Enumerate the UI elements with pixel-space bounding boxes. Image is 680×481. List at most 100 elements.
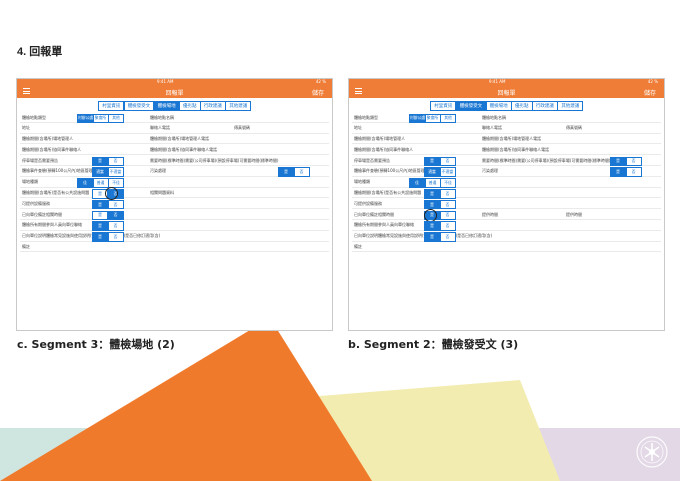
segmented-control-option[interactable]: 否 [107,221,124,232]
segmented-control-option[interactable]: 適當 [424,167,440,178]
segmented-control: 適當 不適當 [92,167,124,178]
segmented-control-option[interactable]: 否 [107,156,124,167]
form-row: 地址 聯絡人電話 傳真號碼 [352,123,661,134]
tab-item[interactable]: 體檢場地 [485,101,512,111]
segmented-control-option[interactable]: 普通 [92,178,109,188]
segmented-control-option[interactable]: 否 [439,199,456,210]
segmented-control-option[interactable]: 是 [92,221,108,232]
field-label: 體檢事件查驗(預轉100公尺內)地區管理處 [354,168,429,174]
field-label: 體檢地點類型 [22,114,46,120]
segmented-control-secondary-option[interactable]: 否 [293,167,310,178]
segmented-control: 是否 [424,232,456,242]
segmented-control-option[interactable]: 是 [92,199,108,210]
segmented-control-option[interactable]: 是 [424,232,440,242]
form-row: 體檢期間(含場所)協同事件聯絡人 體檢期間(含場所)協同事件聯絡人電話 [20,144,329,156]
segmented-control-secondary-option[interactable]: 否 [625,167,642,178]
field-label-secondary: 提供時間 [482,211,498,217]
segmented-control-option[interactable]: 不適當 [439,167,456,178]
segmented-control-option[interactable]: 不佳 [440,178,456,188]
segmented-control-option[interactable]: 否 [107,199,124,210]
segmented-control-option[interactable]: 不適當 [107,167,124,178]
segmented-control-secondary-option[interactable]: 否 [625,156,642,167]
segment-tabs: 村里資訊 體檢發受文 體檢場地 優劣點 行政建議 其他建議 [349,101,664,111]
form-row: 停車場是否需要預告 是否 需要時間(標準時間)需要(公司停車場)(預設停車場)可需要… [20,155,329,167]
save-button[interactable]: 儲存 [312,88,324,97]
form-row: 體檢期間(含場所)協同事件聯絡人 體檢期間(含場所)協同事件聯絡人電話 [352,144,661,156]
segmented-control: 是否 [424,199,456,210]
field-label-secondary: 污染處理 [482,168,498,174]
segmented-control-option[interactable]: 否 [439,232,456,242]
form-row: 備註 [352,242,661,253]
segmented-control: 適當 不適當 [424,167,456,178]
field-label-secondary: 需要時間(標準時間)需要(公司停車場)(預設停車場)可需要時間(標準時間) [150,157,279,163]
segmented-control-option[interactable]: 聚會所 [92,113,109,124]
segmented-control-option[interactable]: 是 [424,199,440,210]
segmented-control-option[interactable]: 是 [424,221,440,232]
segmented-control-option[interactable]: 適當 [92,167,108,178]
field-label: 體檢事件查驗(預轉100公尺內)地區管理處 [22,168,97,174]
tab-item[interactable]: 行政建議 [531,101,558,111]
tab-item[interactable]: 體檢場地 [153,101,180,111]
segmented-control-option[interactable]: 否 [107,210,124,221]
tab-item[interactable]: 其他建議 [557,101,584,111]
field-label: 場地種類 [22,179,38,185]
field-label-secondary: 污染處理 [150,168,166,174]
segmented-control: 是否 [424,221,456,232]
field-label-tertiary: 傳真號碼 [234,125,250,131]
segmented-control: 村辦公處 聚會所 其他 [77,113,124,124]
segmented-control-option[interactable]: 其他 [440,113,456,124]
segmented-control-option[interactable]: 否 [107,232,124,242]
form-row: 體檢期間(含場所)場地管理人 體檢期間(含場所)場地管理人電話 [20,134,329,145]
segmented-control-option[interactable]: 是 [92,156,108,167]
right-app-screenshot: 9:41 AM 42 % 回報單 儲存 村里資訊 體檢發受文 體檢場地 優劣點 行政建議… [348,78,665,331]
segmented-control-option[interactable]: 否 [439,210,456,221]
segmented-control-secondary: 是否 [278,167,310,178]
segmented-control-option[interactable]: 佳 [409,178,425,188]
form-row: 停車場是否需要預告是否需要時間(標準時間)需要(公司停車場)(預設停車場)可需要… [352,155,661,167]
tab-item[interactable]: 優劣點 [511,101,533,111]
nav-title: 回報單 [165,90,184,97]
tab-item[interactable]: 行政建議 [199,101,226,111]
tab-item[interactable]: 體檢發受文 [455,101,487,111]
tab-item[interactable]: 體檢發受文 [123,101,155,111]
field-label: 體檢地點類型 [354,114,378,120]
segmented-control-option[interactable]: 是 [424,156,440,167]
form-row: 體檢事件查驗(預轉100公尺內)地區管理處 適當 不適當 污染處理 是否 [20,166,329,178]
field-label-secondary: 聯絡人電話 [150,125,170,131]
tab-item[interactable]: 村里資訊 [98,101,125,111]
field-label: 體檢期間(含場所)協同事件聯絡人 [354,146,414,152]
field-label: 體檢期間(含場所)是否有公共設施問題 [22,190,90,196]
segmented-control-option[interactable]: 是 [92,210,108,221]
form-row: 已向單位備註相關時間是否提供時間 提供時間 [352,208,661,222]
tab-item[interactable]: 村里資訊 [430,101,457,111]
caption-right: b. Segment 2：體檢發受文 (3) [348,338,519,351]
field-label: 已向單位備註相關時間 [22,211,62,217]
segmented-control-option[interactable]: 村辦公處 [409,113,425,124]
segmented-control-option[interactable]: 村辦公處 [77,113,93,124]
segmented-control-option[interactable]: 否 [439,156,456,167]
tab-item[interactable]: 優劣點 [179,101,201,111]
field-label-secondary: 體檢期間(含場所)場地管理人電話 [150,136,210,142]
field-label: 地址 [22,125,30,131]
segmented-control-option[interactable]: 普通 [424,178,441,188]
segmented-control-option[interactable]: 其他 [108,113,124,124]
segmented-control-option[interactable]: 聚會所 [424,113,441,124]
segmented-control-option[interactable]: 是 [92,232,108,242]
field-label: 停車場是否需要預告 [22,157,58,163]
segmented-control-option[interactable]: 否 [439,221,456,232]
segmented-control-option[interactable]: 是 [424,189,440,199]
segmented-control-secondary-option[interactable]: 是 [610,156,626,167]
segmented-control-option[interactable]: 佳 [77,178,93,188]
field-label: 已向單位備註相關時間 [354,211,394,217]
segmented-control-secondary-option[interactable]: 是 [278,167,294,178]
segmented-control-secondary-option[interactable]: 是 [610,167,626,178]
form-row: 場地種類 佳普通 不佳 [352,177,661,188]
nav-title: 回報單 [497,90,516,97]
form-row: 體檢期間(含場所)是否有公共設施問題是否相關問題資料 [20,187,329,201]
segment-tabs: 村里資訊 體檢發受文 體檢場地 優劣點 行政建議 其他建議 [17,101,332,111]
field-label-secondary: 體檢地點名稱 [482,114,506,120]
tab-item[interactable]: 其他建議 [225,101,252,111]
form-row: 已向單位說明體檢常見設施與使用說明(完整、合乎、採購)是否已修訂適用(含)是否 [352,231,661,242]
save-button[interactable]: 儲存 [644,88,656,97]
segmented-control-option[interactable]: 否 [439,189,456,199]
